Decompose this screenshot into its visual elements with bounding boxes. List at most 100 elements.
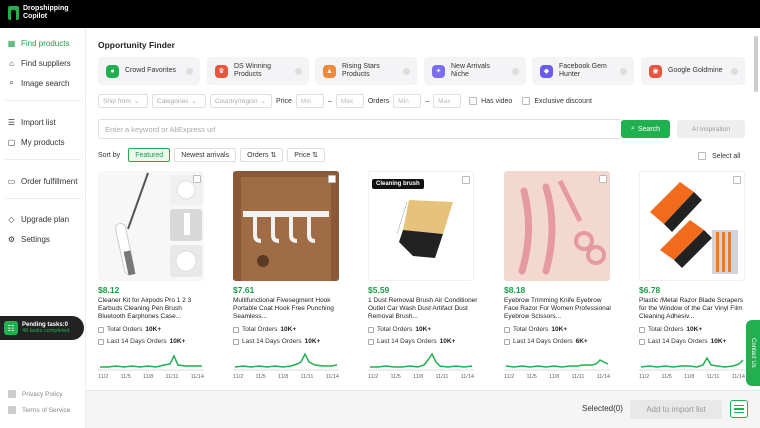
document-icon (8, 406, 16, 414)
tick: 11/8 (412, 374, 424, 380)
orders-icon (504, 326, 510, 333)
price-label: Price (276, 97, 292, 105)
contact-us-button[interactable]: Contact Us (746, 320, 760, 386)
sort-featured[interactable]: Featured (128, 148, 171, 162)
radio[interactable] (512, 68, 519, 75)
product-card[interactable]: $6.78 Plastic /Metal Razor Blade Scraper… (639, 171, 760, 386)
ai-inspiration-button[interactable]: AI Inspiration (677, 120, 745, 138)
product-image[interactable] (98, 171, 204, 281)
sort-newest[interactable]: Newest arrivals (174, 148, 237, 162)
radio[interactable] (295, 68, 302, 75)
search-input[interactable]: Enter a keyword or AliExpress url (98, 119, 622, 139)
product-checkbox[interactable] (193, 175, 201, 183)
meta-value: 10K+ (169, 338, 186, 345)
privacy-policy-link[interactable]: Privacy Policy (8, 390, 62, 398)
sidebar-item-label: Find suppliers (21, 58, 71, 68)
chevron-down-icon: ⌄ (191, 98, 197, 105)
price-max-input[interactable]: Max (335, 94, 364, 108)
country-select[interactable]: Country/region ⌄ (210, 94, 272, 108)
terms-of-service-link[interactable]: Terms of Service (8, 406, 70, 414)
sidebar-item-find-suppliers[interactable]: ⌂ Find suppliers (0, 53, 86, 73)
product-title[interactable]: Plastic /Metal Razor Blade Scrapers for … (639, 297, 751, 321)
opportunity-ds-winning[interactable]: ♛ DS Winning Products (207, 57, 309, 85)
product-card[interactable]: $7.61 Multifunctional Fivesegment Hook P… (233, 171, 357, 386)
orders-icon (639, 326, 645, 333)
radio[interactable] (186, 68, 193, 75)
list-icon[interactable] (730, 400, 748, 418)
sidebar-item-order-fulfillment[interactable]: ▭ Order fulfillment (0, 171, 86, 191)
product-card[interactable]: $8.12 Cleaner Kit for Airpods Pro 1 2 3 … (98, 171, 222, 386)
scrollbar[interactable] (754, 36, 758, 92)
product-image[interactable] (504, 171, 610, 281)
product-title[interactable]: Multifunctional Fivesegment Hook Portabl… (233, 297, 345, 321)
sidebar-item-label: Import list (21, 117, 56, 127)
product-price: $6.78 (639, 285, 661, 295)
opportunity-crowd-favorites[interactable]: ● Crowd Favorites (98, 57, 200, 85)
select-all[interactable]: Select all (698, 152, 740, 160)
opportunity-facebook-gem[interactable]: ◆ Facebook Gem Hunter (532, 57, 634, 85)
sidebar-item-label: Find products (21, 38, 70, 48)
product-title[interactable]: Cleaner Kit for Airpods Pro 1 2 3 Earbud… (98, 297, 210, 321)
add-to-import-list-button[interactable]: Add to import list (630, 400, 722, 419)
sort-orders[interactable]: Orders ⇅ (240, 148, 284, 162)
app-logo: Dropshipping Copilot (8, 5, 93, 21)
product-image[interactable]: Cleaning brush (368, 171, 474, 281)
radio[interactable] (403, 68, 410, 75)
orders-max-input[interactable]: Max (433, 94, 462, 108)
product-image[interactable] (639, 171, 745, 281)
product-price: $7.61 (233, 285, 255, 295)
total-orders: Total Orders 10K+ (98, 326, 161, 333)
sidebar-item-my-products[interactable]: ▢ My products (0, 132, 86, 152)
divider (5, 198, 81, 199)
tick: 11/8 (548, 374, 560, 380)
recent-orders: Last 14 Days Orders 10K+ (233, 338, 320, 345)
select-all-checkbox[interactable] (698, 152, 706, 160)
select-label: Categories (157, 97, 189, 105)
gem-icon: ◆ (540, 64, 553, 78)
calendar-icon (504, 338, 510, 345)
rocket-icon: ▲ (323, 64, 336, 78)
opportunity-google-goldmine[interactable]: ◉ Google Goldmine (641, 57, 745, 85)
meta-label: Total Orders (513, 326, 549, 333)
sidebar-item-import-list[interactable]: ☰ Import list (0, 112, 86, 132)
exclusive-label: Exclusive discount (534, 97, 592, 105)
product-title[interactable]: 1 Dust Removal Brush Air Conditioner Out… (368, 297, 480, 321)
product-card[interactable]: Cleaning brush $5.59 1 Dust Removal Brus… (368, 171, 492, 386)
tick: 11/14 (596, 374, 610, 380)
product-checkbox[interactable] (462, 176, 470, 184)
ship-from-select[interactable]: Ship from ⌄ (98, 94, 148, 108)
tick: 11/8 (683, 374, 695, 380)
has-video-checkbox[interactable] (469, 97, 478, 105)
exclusive-checkbox[interactable] (522, 97, 531, 105)
product-checkbox[interactable] (733, 176, 741, 184)
product-card[interactable]: $8.18 Eyebrow Trimming Knife Eyebrow Fac… (504, 171, 628, 386)
product-image[interactable] (233, 171, 339, 281)
sidebar-item-find-products[interactable]: ▦ Find products (0, 33, 86, 53)
search-icon: ⌕ (630, 125, 635, 132)
recent-orders: Last 14 Days Orders 6K+ (504, 338, 588, 345)
opportunity-new-arrivals[interactable]: ✦ New Arrivals Niche (424, 57, 526, 85)
chevron-down-icon: ⌄ (260, 98, 267, 105)
meta-label: Total Orders (377, 326, 413, 333)
filter-bar: Ship from ⌄ Categories ⌄ Country/region ⌄ P… (98, 94, 592, 108)
radio[interactable] (620, 68, 627, 75)
opportunity-rising-stars[interactable]: ▲ Rising Stars Products (315, 57, 417, 85)
sidebar-item-image-search[interactable]: ⌕ Image search (0, 73, 86, 93)
calendar-icon (233, 338, 239, 345)
search-button[interactable]: ⌕ Search (621, 120, 670, 138)
product-checkbox[interactable] (599, 175, 607, 183)
divider (5, 100, 81, 101)
pending-tasks[interactable]: ☷ Pending tasks:0 48 tasks completed (0, 316, 84, 340)
product-checkbox[interactable] (328, 175, 336, 183)
sort-bar: Sort by Featured Newest arrivals Orders … (98, 148, 326, 162)
radio[interactable] (731, 68, 738, 75)
orders-min-input[interactable]: Min (393, 94, 422, 108)
sidebar-item-upgrade-plan[interactable]: ◇ Upgrade plan (0, 209, 86, 229)
store-icon: ⌂ (9, 58, 14, 68)
dash: – (425, 97, 430, 105)
price-min-input[interactable]: Min (295, 94, 324, 108)
product-title[interactable]: Eyebrow Trimming Knife Eyebrow Face Razo… (504, 297, 616, 321)
sort-price[interactable]: Price ⇅ (287, 148, 326, 162)
categories-select[interactable]: Categories ⌄ (152, 94, 206, 108)
sidebar-item-settings[interactable]: ⚙ Settings (0, 229, 86, 249)
